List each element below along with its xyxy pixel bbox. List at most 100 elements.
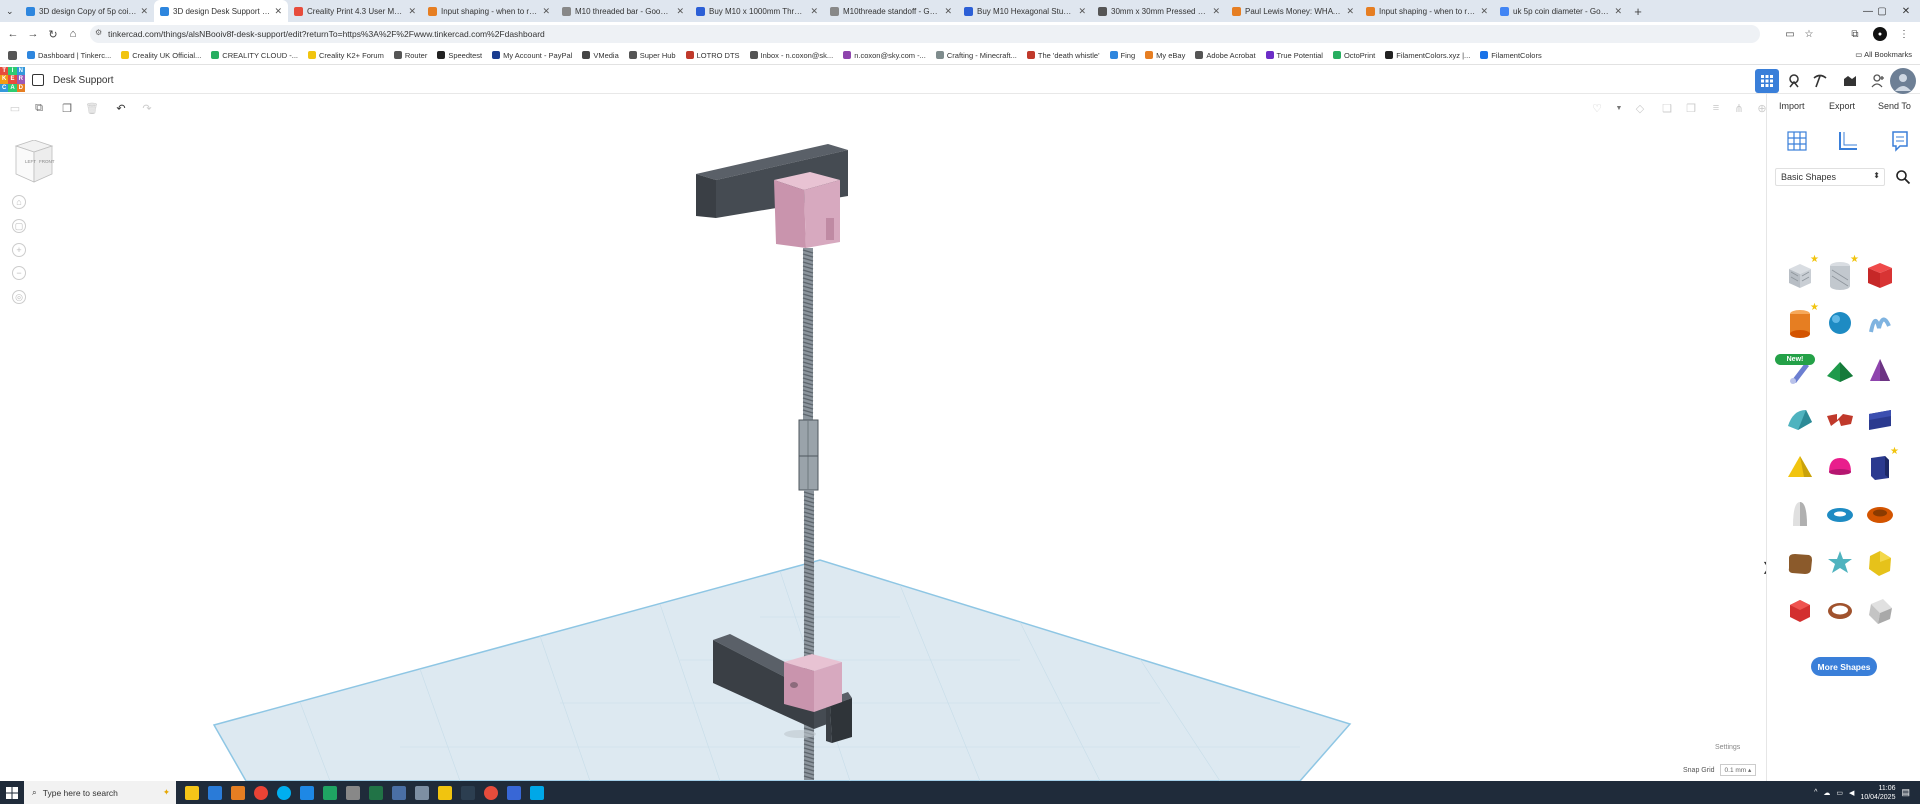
browser-tab[interactable]: M10 threaded bar - Google Se ✕ <box>556 0 690 22</box>
browser-tab[interactable]: Paul Lewis Money: WHAT A STU ✕ <box>1226 0 1360 22</box>
browser-tab[interactable]: Buy M10 x 1000mm Threaded ✕ <box>690 0 824 22</box>
tab-close-icon[interactable]: ✕ <box>1346 6 1354 17</box>
shape-category-select[interactable]: Basic Shapes ⬍ <box>1775 168 1885 186</box>
app-icon-7[interactable] <box>438 785 452 800</box>
bookmark-item[interactable]: Inbox - n.coxon@sk... <box>749 51 833 60</box>
profile-avatar[interactable]: ● <box>1873 27 1887 41</box>
app-icon-9[interactable] <box>484 785 498 800</box>
user-avatar[interactable] <box>1890 68 1916 94</box>
tab-close-icon[interactable]: ✕ <box>944 6 952 17</box>
align-icon[interactable]: ≡ <box>1709 101 1723 115</box>
bookmark-item[interactable]: Router <box>393 51 427 60</box>
bookmark-item[interactable]: LOTRO DTS <box>685 51 740 60</box>
bookmark-item[interactable]: Fing <box>1109 51 1135 60</box>
clock[interactable]: 11:06 10/04/2025 <box>1860 784 1895 802</box>
tab-close-icon[interactable]: ✕ <box>1480 6 1488 17</box>
bookmark-star-icon[interactable]: ☆ <box>1802 27 1816 41</box>
ruler-icon[interactable] <box>1836 129 1860 153</box>
bookmark-item[interactable]: CREALITY CLOUD -... <box>211 51 298 60</box>
design-menu-icon[interactable] <box>32 74 44 86</box>
tinkercad-logo[interactable]: TINKERCAD <box>0 67 25 92</box>
shape-roof-icon[interactable] <box>1823 354 1857 388</box>
tab-close-icon[interactable]: ✕ <box>1614 6 1622 17</box>
bookmark-item[interactable]: Creality UK Official... <box>121 51 201 60</box>
reload-icon[interactable]: ↻ <box>46 27 60 41</box>
file-explorer-icon[interactable] <box>185 785 199 800</box>
app-icon-4[interactable] <box>346 785 360 800</box>
bookmark-item[interactable]: The 'death whistle' <box>1026 51 1100 60</box>
shape-half-sphere-icon[interactable] <box>1823 450 1857 484</box>
bookmark-item[interactable]: Super Hub <box>628 51 676 60</box>
home-view-icon[interactable]: ⌂ <box>12 195 26 209</box>
skype-icon[interactable] <box>277 785 291 800</box>
sim-lab-icon[interactable] <box>1838 69 1862 93</box>
browser-tab[interactable]: Input shaping - when to redo? ✕ <box>422 0 556 22</box>
tab-search-button[interactable]: ⌄ <box>0 0 20 22</box>
shape-hexagon-gem-icon[interactable] <box>1783 594 1817 628</box>
shape-paraboloid-icon[interactable] <box>1783 498 1817 532</box>
tab-close-icon[interactable]: ✕ <box>676 6 684 17</box>
bookmark-item[interactable]: Adobe Acrobat <box>1195 51 1256 60</box>
view-cube[interactable]: LEFT FRONT <box>12 139 56 184</box>
redo-icon[interactable]: ↷ <box>140 101 154 115</box>
bookmark-item[interactable]: OctoPrint <box>1332 51 1375 60</box>
shape-wedge-icon[interactable] <box>1863 402 1897 436</box>
app-icon-11[interactable] <box>530 785 544 800</box>
workplane-icon[interactable]: ◇ <box>1633 101 1647 115</box>
bookmark-item[interactable]: True Potential <box>1265 51 1323 60</box>
extensions-icon[interactable]: ⧉ <box>1848 27 1862 41</box>
light-bulb-icon[interactable]: ♡ <box>1590 101 1604 115</box>
app-icon-2[interactable] <box>231 785 245 800</box>
new-shape-icon[interactable]: ▭ <box>8 101 22 115</box>
tab-close-icon[interactable]: ✕ <box>810 6 818 17</box>
tab-close-icon[interactable]: ✕ <box>542 6 550 17</box>
design-title[interactable]: Desk Support <box>53 75 114 86</box>
cloud-icon[interactable]: ☁ <box>1823 789 1830 797</box>
delete-icon[interactable]: 🗑 <box>85 101 99 115</box>
shape-round-box-icon[interactable] <box>1783 546 1817 580</box>
undo-icon[interactable]: ↶ <box>114 101 128 115</box>
shape-tube-icon[interactable] <box>1863 498 1897 532</box>
shape-torus-icon[interactable] <box>1823 498 1857 532</box>
bookmark-item[interactable]: Dashboard | Tinkerc... <box>27 51 111 60</box>
xbox-icon[interactable] <box>323 785 337 800</box>
shape-icosahedron-icon[interactable] <box>1863 546 1897 580</box>
tab-close-icon[interactable]: ✕ <box>408 6 416 17</box>
workplane-view-icon[interactable] <box>1785 129 1809 153</box>
app-icon-1[interactable] <box>208 785 222 800</box>
more-shapes-button[interactable]: More Shapes <box>1811 657 1877 676</box>
url-field[interactable]: ⚙ tinkercad.com/things/alsNBooiv8f-desk-… <box>90 25 1760 43</box>
taskbar-search-box[interactable]: ⌕ Type here to search ✦ <box>24 781 176 804</box>
group-icon[interactable]: ❑ <box>1660 101 1674 115</box>
network-icon[interactable]: ▭ <box>1836 789 1843 797</box>
copy-icon[interactable]: ⧉ <box>32 101 46 115</box>
volume-icon[interactable]: ◀ <box>1849 789 1854 797</box>
browser-tab[interactable]: uk 5p coin diameter - Google S ✕ <box>1494 0 1628 22</box>
bookmark-item[interactable]: FilamentColors.xyz |... <box>1385 51 1470 60</box>
install-app-icon[interactable]: ▭ <box>1783 27 1797 41</box>
windows-start-icon[interactable] <box>0 781 24 804</box>
forward-icon[interactable]: → <box>26 27 40 41</box>
notes-icon[interactable] <box>1888 129 1912 153</box>
app-icon-8[interactable] <box>461 785 475 800</box>
browser-tab[interactable]: Input shaping - when to redo? ✕ <box>1360 0 1494 22</box>
perspective-icon[interactable]: ◎ <box>12 290 26 304</box>
tab-close-icon[interactable]: ✕ <box>140 6 148 17</box>
bookmark-item[interactable]: Crafting - Minecraft... <box>935 51 1017 60</box>
browser-menu-icon[interactable]: ⋮ <box>1897 27 1911 41</box>
app-icon-3[interactable] <box>300 785 314 800</box>
site-info-icon[interactable]: ⚙ <box>95 28 102 37</box>
home-icon[interactable]: ⌂ <box>66 27 80 41</box>
app-icon-10[interactable] <box>507 785 521 800</box>
3d-workplane-viewport[interactable]: LEFT FRONT ⌂ ▢ + − ◎ ❯ Settings Snap Gri… <box>0 120 1766 781</box>
shape-cylinder-icon[interactable]: ★ <box>1783 302 1819 340</box>
shape-cone-icon[interactable] <box>1863 354 1897 388</box>
duplicate-icon[interactable]: ❐ <box>60 101 74 115</box>
shape-round-roof-icon[interactable] <box>1783 402 1817 436</box>
bookmark-item[interactable]: VMedia <box>582 51 619 60</box>
note-dropdown-icon[interactable]: ▼ <box>1612 101 1626 115</box>
scene-canvas[interactable] <box>0 120 1766 781</box>
tab-close-icon[interactable]: ✕ <box>1212 6 1220 17</box>
shape-polygon-icon[interactable]: ★ <box>1863 446 1899 484</box>
app-icon-6[interactable] <box>415 785 429 800</box>
